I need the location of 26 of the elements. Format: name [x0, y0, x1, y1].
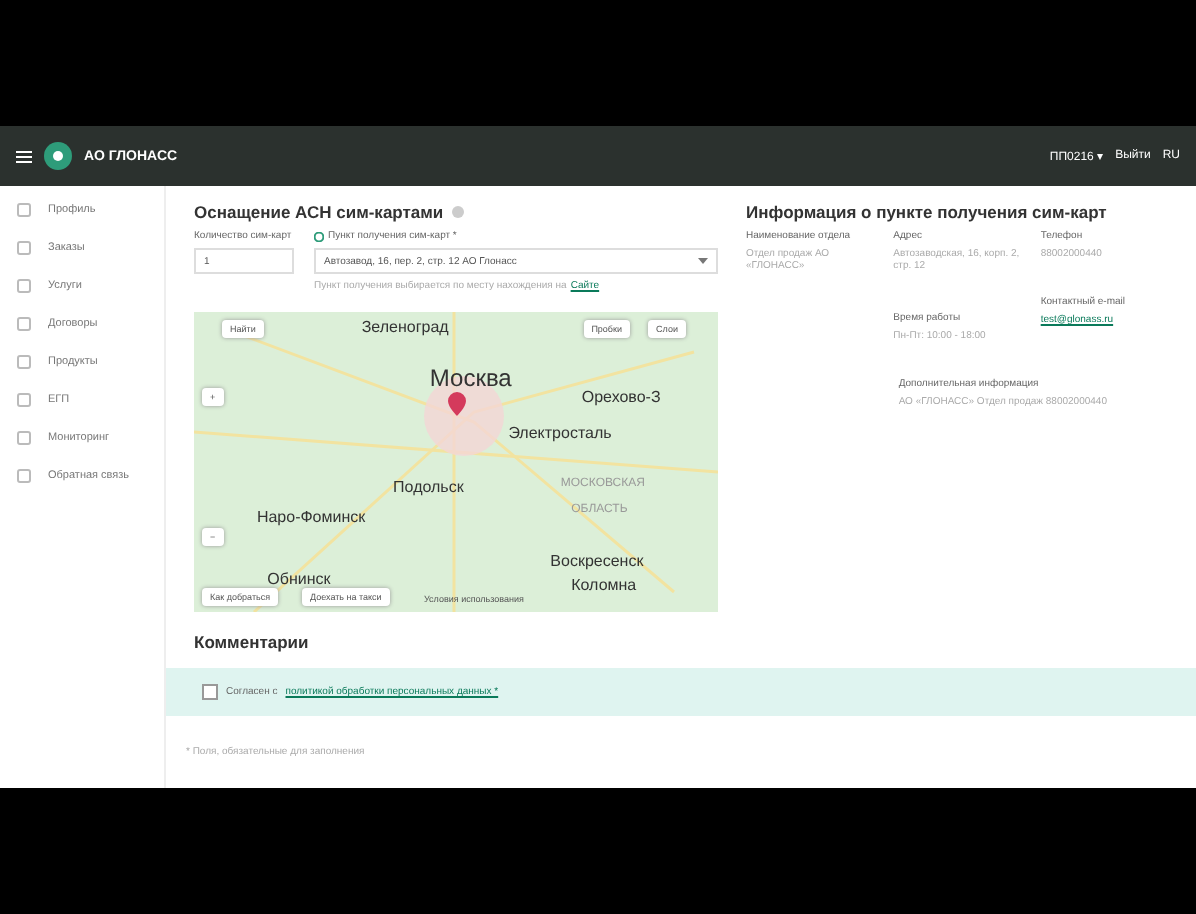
sidebar-icon: [16, 354, 32, 370]
map-label: Наро-Фоминск: [256, 507, 366, 525]
map-label: Подольск: [393, 477, 464, 495]
map-label: Зеленоград: [361, 318, 449, 336]
map-label: Орехово-З: [581, 387, 661, 405]
sidebar-icon: [16, 278, 32, 294]
sidebar-icon: [16, 392, 32, 408]
sidebar-icon: [16, 202, 32, 218]
map-label: Воскресенск: [550, 552, 644, 570]
sidebar-icon: [16, 316, 32, 332]
caret-icon: [698, 258, 708, 264]
map-label: Электросталь: [508, 423, 612, 441]
form-title: Оснащение АСН сим-картами: [194, 202, 444, 222]
map-label: Москва: [429, 363, 512, 391]
logo-icon: [44, 142, 72, 170]
sidebar-icon: [16, 240, 32, 256]
sidebar-icon: [16, 430, 32, 446]
map-label: Обнинск: [267, 570, 331, 588]
comments-title: Комментарии: [194, 632, 309, 652]
menu-icon[interactable]: [16, 149, 32, 163]
consent-checkbox[interactable]: [202, 684, 218, 700]
map-label: Коломна: [571, 576, 637, 594]
info-icon: [451, 206, 464, 218]
info-title: Информация о пункте получения сим-карт: [746, 202, 1107, 222]
location-pin-icon: [448, 392, 466, 416]
sidebar-icon: [16, 468, 32, 484]
